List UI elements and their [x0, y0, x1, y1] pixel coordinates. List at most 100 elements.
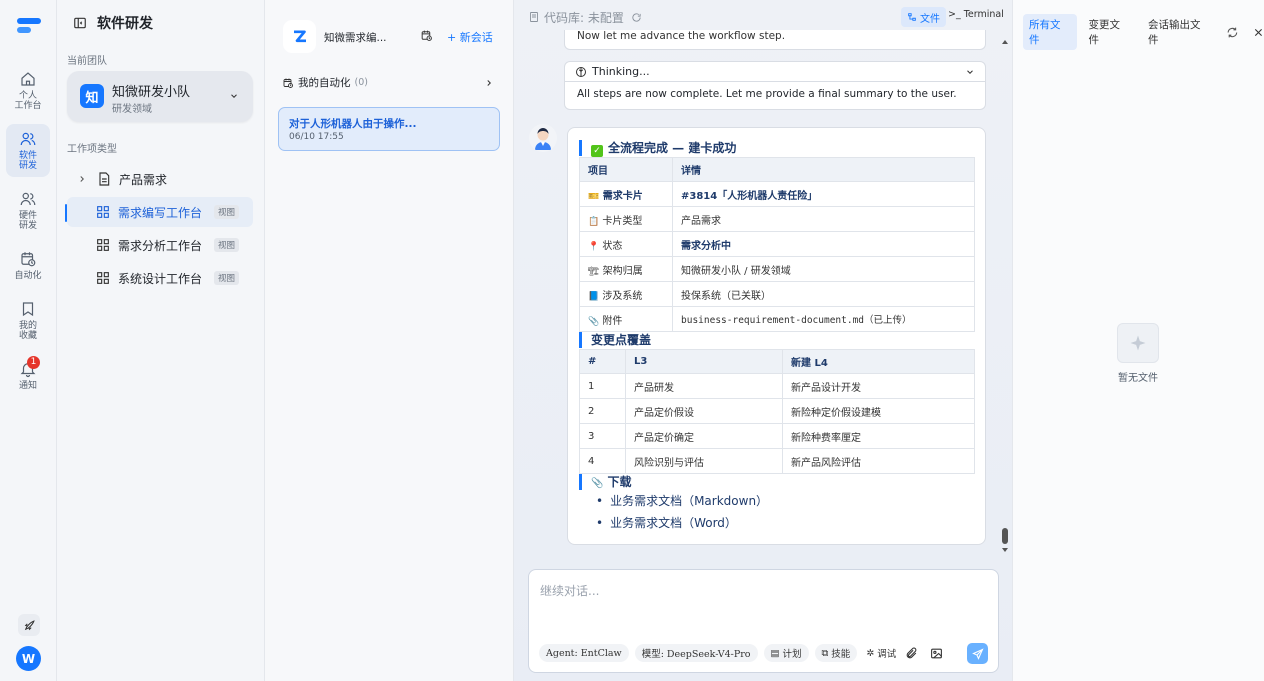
bookmark-icon: [22, 302, 34, 317]
table-cell: 新险种定价假设建模: [782, 398, 975, 424]
grid-view-icon: [97, 239, 109, 251]
chat-scrollbar[interactable]: [1000, 36, 1010, 556]
refresh-icon[interactable]: [1226, 26, 1239, 39]
ticket-icon: 🎫: [588, 191, 600, 202]
collapse-sidebar-icon[interactable]: [73, 16, 87, 30]
building-icon: 🏗: [588, 266, 600, 277]
sidebar-item-req-analysis[interactable]: 需求分析工作台 视图: [67, 230, 253, 260]
rail-item-favorites[interactable]: 我的 收藏: [6, 294, 50, 347]
table-header: L3: [625, 349, 783, 374]
table-cell: 新产品设计开发: [782, 373, 975, 399]
thinking-content: All steps are now complete. Let me provi…: [564, 82, 986, 110]
paperclip-icon: 📎: [591, 478, 604, 489]
types-caption: 工作项类型: [67, 144, 117, 155]
sidebar-item-sys-design[interactable]: 系统设计工作台 视图: [67, 263, 253, 293]
table-cell: 🎫 需求卡片: [579, 181, 673, 207]
terminal-button[interactable]: >_ Terminal: [948, 9, 1004, 20]
grid-view-icon: [97, 272, 109, 284]
chat-input-box[interactable]: 继续对话... Agent: EntClaw 模型: DeepSeek-V4-P…: [528, 569, 999, 673]
sidebar-item-req-writing[interactable]: 需求编写工作台 视图: [67, 197, 253, 227]
thinking-label: Thinking...: [592, 65, 650, 78]
sidebar: 软件研发 当前团队 知 知微研发小队 研发领域 工作项类型 产品需求 需求编写工…: [57, 0, 265, 681]
table-cell: 新险种费率厘定: [782, 423, 975, 449]
empty-label: 暂无文件: [1118, 373, 1158, 384]
message-bubble: Now let me advance the workflow step.: [564, 30, 986, 50]
table-cell: 📎 附件: [579, 306, 673, 332]
table-cell: 📘 涉及系统: [579, 281, 673, 307]
team-initial: 知: [80, 84, 104, 108]
schedule-icon[interactable]: [420, 29, 433, 42]
table-row: 📋 卡片类型 产品需求: [579, 206, 975, 232]
plan-icon: ▤: [770, 647, 780, 659]
chevron-right-icon: [487, 79, 491, 86]
message-text: Now let me advance the workflow step.: [577, 30, 786, 42]
calendar-clock-icon: [283, 78, 293, 88]
rail-item-software[interactable]: 软件 研发: [6, 124, 50, 177]
tab-changed-files[interactable]: 变更文件: [1083, 14, 1137, 50]
table-row: 🎫 需求卡片 #3814「人形机器人责任险」: [579, 181, 975, 207]
close-icon[interactable]: [1253, 27, 1264, 38]
rail-item-hardware[interactable]: 硬件 研发: [6, 184, 50, 237]
user-avatar[interactable]: W: [16, 646, 41, 671]
app-window: 个人 工作台 软件 研发 硬件 研发 自动化 我的 收藏 通知 1 W 软件研发…: [0, 0, 1264, 681]
table-row: 📎 附件 business-requirement-document.md（已上…: [579, 306, 975, 332]
empty-folder-icon: [1117, 323, 1159, 363]
bug-icon: ✲: [866, 647, 875, 659]
attachment-icon[interactable]: [905, 647, 918, 660]
table-cell: 新产品风险评估: [782, 448, 975, 474]
chevron-right-icon[interactable]: [77, 174, 87, 184]
table-row: 📍 状态 需求分析中: [579, 231, 975, 257]
image-icon[interactable]: [930, 647, 943, 660]
file-tabs: 所有文件 变更文件 会话输出文件: [1023, 14, 1264, 50]
download-list: 业务需求文档（Markdown） 业务需求文档（Word）: [596, 490, 768, 534]
table-row: 3 产品定价确定 新险种费率厘定: [579, 423, 975, 449]
conversation-item[interactable]: 对于人形机器人由于操作... 06/10 17:55: [278, 107, 500, 151]
rail-item-personal[interactable]: 个人 工作台: [6, 64, 50, 117]
rail-item-automation[interactable]: 自动化: [6, 244, 50, 287]
tab-all-files[interactable]: 所有文件: [1023, 14, 1077, 50]
table-header: 新建 L4: [782, 349, 975, 374]
table-cell: 产品定价确定: [625, 423, 783, 449]
sidebar-item-label: 需求分析工作台: [118, 238, 203, 253]
plan-chip[interactable]: ▤ 计划: [763, 644, 809, 662]
thinking-toggle[interactable]: Thinking...: [564, 61, 986, 82]
files-toggle-button[interactable]: 文件: [901, 7, 946, 27]
model-chip[interactable]: 模型: DeepSeek-V4-Pro: [634, 644, 758, 662]
chat-topbar: 代码库: 未配置 文件 >_ Terminal: [528, 7, 1012, 27]
sidebar-item-product-req[interactable]: 产品需求: [67, 164, 253, 194]
card-heading: ✓ 全流程完成 — 建卡成功: [579, 140, 736, 157]
attachment-link[interactable]: business-requirement-document.md（已上传）: [672, 306, 975, 332]
table-cell: 风险识别与评估: [625, 448, 783, 474]
section-heading: 📎 下载: [579, 474, 631, 490]
conversation-date: 06/10 17:55: [289, 132, 344, 142]
skills-chip[interactable]: ⧉ 技能: [814, 644, 858, 662]
table-cell: 1: [579, 373, 626, 399]
table-cell: 产品需求: [672, 206, 975, 232]
table-cell: 📋 卡片类型: [579, 206, 673, 232]
refresh-icon[interactable]: [631, 12, 642, 23]
home-icon: [21, 72, 35, 86]
team-name: 知微研发小队: [112, 85, 191, 100]
download-link-word[interactable]: 业务需求文档（Word）: [596, 512, 768, 534]
table-row: 📘 涉及系统 投保系统（已关联）: [579, 281, 975, 307]
new-conversation-button[interactable]: + 新会话: [447, 29, 493, 45]
send-button[interactable]: [967, 643, 988, 664]
table-cell: #3814「人形机器人责任险」: [672, 181, 975, 207]
automation-row[interactable]: 我的自动化 (0): [282, 75, 494, 90]
debug-chip[interactable]: ✲ 调试: [863, 644, 899, 662]
table-row: 1 产品研发 新产品设计开发: [579, 373, 975, 399]
conversation-title: 对于人形机器人由于操作...: [289, 118, 417, 130]
automation-label: 我的自动化: [298, 77, 351, 89]
rail-item-notifications[interactable]: 通知 1: [6, 354, 50, 397]
file-tree-icon: [908, 13, 916, 21]
download-link-markdown[interactable]: 业务需求文档（Markdown）: [596, 490, 768, 512]
agent-chip[interactable]: Agent: EntClaw: [539, 644, 629, 662]
repo-status[interactable]: 代码库: 未配置: [528, 9, 642, 26]
rocket-icon: [24, 619, 35, 630]
input-toolbar: Agent: EntClaw 模型: DeepSeek-V4-Pro ▤ 计划 ⧉…: [539, 644, 943, 662]
rocket-button[interactable]: [18, 614, 40, 636]
team-subtitle: 研发领域: [112, 104, 152, 115]
tab-output-files[interactable]: 会话输出文件: [1142, 14, 1216, 50]
team-selector[interactable]: 知 知微研发小队 研发领域: [67, 71, 253, 122]
view-tag: 视图: [213, 205, 239, 219]
